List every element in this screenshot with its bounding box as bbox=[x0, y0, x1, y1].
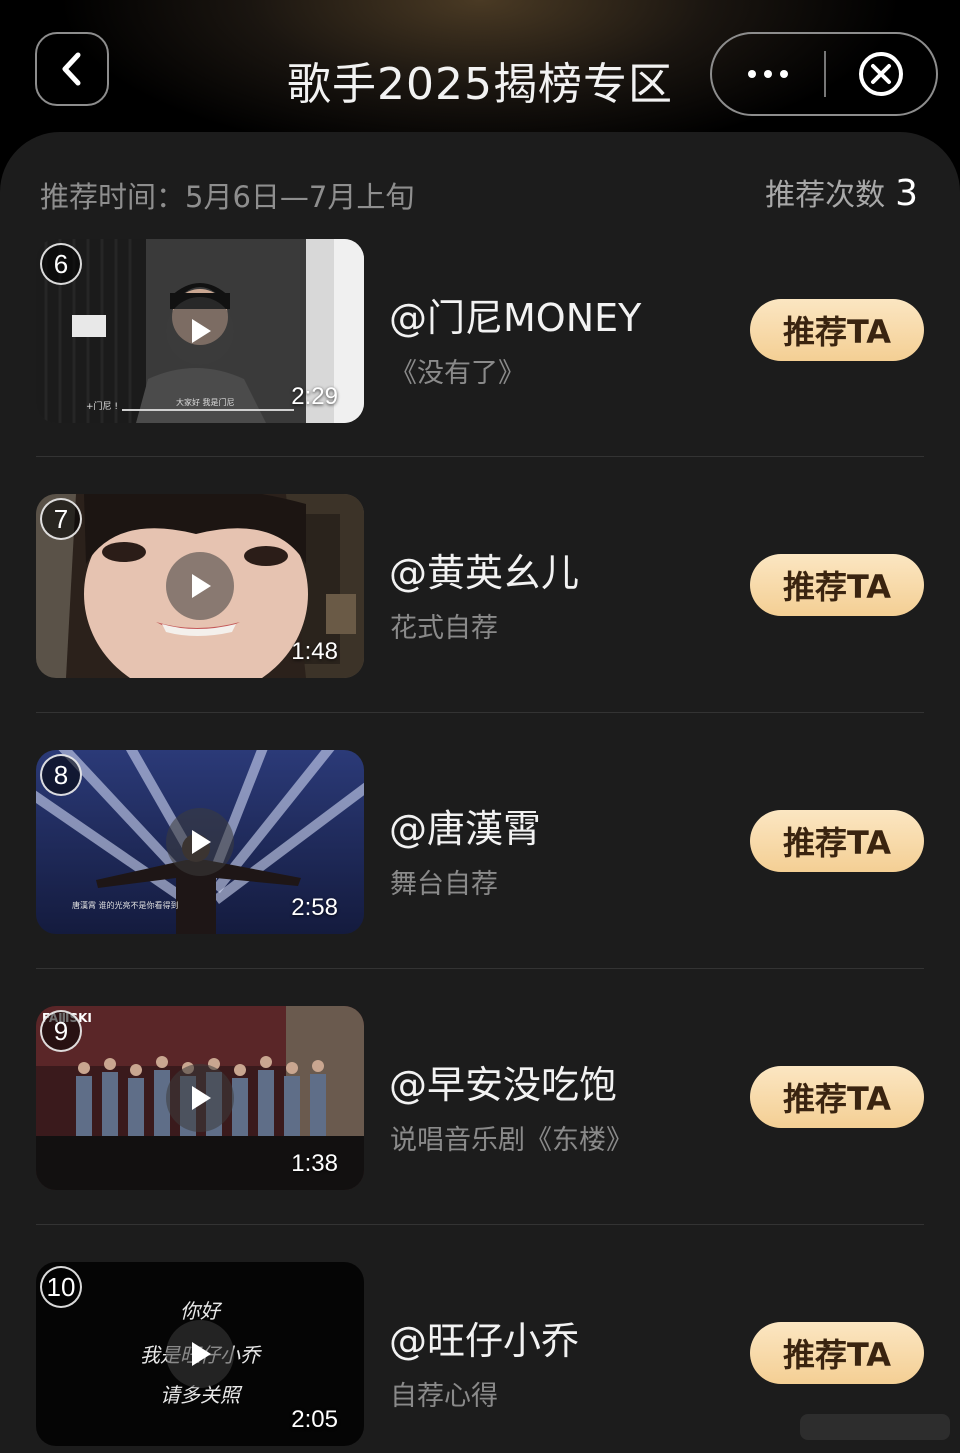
recommend-button[interactable]: 推荐TA bbox=[750, 299, 924, 361]
row-divider bbox=[36, 1224, 924, 1225]
singer-name[interactable]: @黄英幺儿 bbox=[389, 542, 579, 597]
rank-badge: 7 bbox=[40, 498, 82, 540]
item-description: 自荐心得 bbox=[390, 1381, 498, 1412]
page: 歌手2025揭榜专区 推荐时间：5月6日—7月上旬 推荐次数 3 +门尼 ! 大… bbox=[0, 0, 960, 1453]
row-divider bbox=[36, 968, 924, 969]
thumbnail-caption: 唐漢霄 谁的光亮不是你看得到 bbox=[72, 900, 179, 910]
rank-badge: 8 bbox=[40, 754, 82, 796]
singer-name[interactable]: @门尼MONEY bbox=[389, 287, 641, 342]
play-button[interactable] bbox=[166, 552, 234, 620]
rank-badge: 9 bbox=[40, 1010, 82, 1052]
close-circle-icon bbox=[859, 52, 903, 96]
play-icon bbox=[192, 574, 211, 598]
video-duration: 2:29 bbox=[291, 383, 338, 410]
video-thumbnail[interactable]: 你好 我是旺仔小乔 请多关照 10 2:05 bbox=[36, 1262, 364, 1446]
play-button[interactable] bbox=[166, 808, 234, 876]
row-divider bbox=[36, 456, 924, 457]
recommend-button[interactable]: 推荐TA bbox=[750, 810, 924, 872]
singer-name[interactable]: @旺仔小乔 bbox=[389, 1310, 579, 1365]
recommend-button[interactable]: 推荐TA bbox=[750, 554, 924, 616]
video-thumbnail[interactable]: +门尼 ! 大家好 我是门尼 6 2:29 bbox=[36, 239, 364, 423]
play-button[interactable] bbox=[166, 297, 234, 365]
recommend-button[interactable]: 推荐TA bbox=[750, 1322, 924, 1384]
play-icon bbox=[192, 1342, 211, 1366]
list-item: +门尼 ! 大家好 我是门尼 6 2:29 @门尼MONEY 《没有了》 推荐T… bbox=[36, 239, 924, 423]
close-button[interactable] bbox=[826, 34, 936, 114]
video-duration: 1:48 bbox=[291, 638, 338, 665]
singer-name[interactable]: @唐漢霄 bbox=[389, 798, 541, 853]
video-thumbnail[interactable]: 7 1:48 bbox=[36, 494, 364, 678]
video-duration: 2:05 bbox=[291, 1406, 338, 1433]
play-icon bbox=[192, 319, 211, 343]
more-dots-icon bbox=[748, 70, 788, 78]
list-item: 唐漢霄 谁的光亮不是你看得到 8 2:58 @唐漢霄 舞台自荐 推荐TA bbox=[36, 750, 924, 934]
play-icon bbox=[192, 1086, 211, 1110]
item-description: 花式自荐 bbox=[390, 613, 498, 644]
rank-badge: 6 bbox=[40, 243, 82, 285]
singer-name[interactable]: @早安没吃饱 bbox=[389, 1054, 617, 1109]
play-button[interactable] bbox=[166, 1064, 234, 1132]
watermark bbox=[800, 1414, 950, 1440]
list-item: FAⅢSKI 9 1:38 @早安没吃饱 说唱音乐剧《东楼》 推荐TA bbox=[36, 1006, 924, 1190]
list-item: 你好 我是旺仔小乔 请多关照 10 2:05 @旺仔小乔 自荐心得 推荐TA bbox=[36, 1262, 924, 1446]
play-button[interactable] bbox=[166, 1320, 234, 1388]
video-thumbnail[interactable]: 唐漢霄 谁的光亮不是你看得到 8 2:58 bbox=[36, 750, 364, 934]
item-description: 说唱音乐剧《东楼》 bbox=[390, 1125, 633, 1156]
recommend-button[interactable]: 推荐TA bbox=[750, 1066, 924, 1128]
item-description: 舞台自荐 bbox=[390, 869, 498, 900]
play-icon bbox=[192, 830, 211, 854]
recommend-count: 推荐次数 3 bbox=[765, 170, 918, 214]
recommend-time: 推荐时间：5月6日—7月上旬 bbox=[40, 180, 415, 214]
thumbnail-tag: +门尼 ! bbox=[86, 400, 118, 412]
mini-program-capsule bbox=[710, 32, 938, 116]
list-item: 7 1:48 @黄英幺儿 花式自荐 推荐TA bbox=[36, 494, 924, 678]
video-duration: 2:58 bbox=[291, 894, 338, 921]
recommend-count-label: 推荐次数 bbox=[765, 178, 886, 213]
rank-badge: 10 bbox=[40, 1266, 82, 1308]
video-duration: 1:38 bbox=[291, 1150, 338, 1177]
thumbnail-caption: 大家好 我是门尼 bbox=[176, 397, 235, 407]
item-description: 《没有了》 bbox=[390, 358, 525, 389]
recommend-count-value: 3 bbox=[895, 173, 918, 214]
more-button[interactable] bbox=[712, 34, 824, 114]
row-divider bbox=[36, 712, 924, 713]
video-thumbnail[interactable]: FAⅢSKI 9 1:38 bbox=[36, 1006, 364, 1190]
